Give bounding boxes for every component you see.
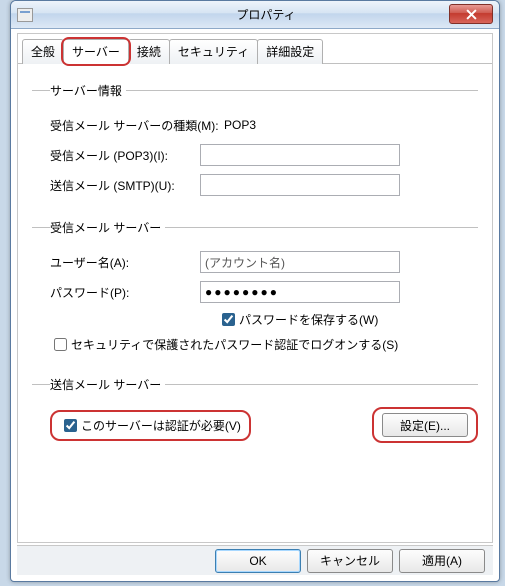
tab-advanced[interactable]: 詳細設定 [257,39,323,64]
app-icon [17,8,33,22]
incoming-server-input[interactable] [200,144,400,166]
remember-password-checkbox[interactable] [222,313,235,326]
highlight-annotation-auth: このサーバーは認証が必要(V) [50,410,251,441]
tab-security[interactable]: セキュリティ [169,39,258,64]
dialog-window: プロパティ 全般 サーバー 接続 セキュリティ 詳細設定 サーバー情報 受信メー… [10,0,500,582]
tab-connection[interactable]: 接続 [128,39,170,64]
dialog-footer: OK キャンセル 適用(A) [17,545,493,575]
group-server-info: サーバー情報 受信メール サーバーの種類(M): POP3 受信メール (POP… [32,82,478,203]
incoming-server-label: 受信メール (POP3)(I): [50,147,200,164]
close-icon [466,9,477,20]
window-title: プロパティ [33,6,499,23]
client-area: 全般 サーバー 接続 セキュリティ 詳細設定 サーバー情報 受信メール サーバー… [17,33,493,543]
group-server-info-legend: サーバー情報 [50,82,126,99]
spa-label: セキュリティで保護されたパスワード認証でログオンする(S) [71,336,398,353]
incoming-type-value: POP3 [224,118,284,132]
ok-button[interactable]: OK [215,549,301,573]
apply-button[interactable]: 適用(A) [399,549,485,573]
cancel-button[interactable]: キャンセル [307,549,393,573]
username-label: ユーザー名(A): [50,254,200,271]
remember-password-label: パスワードを保存する(W) [239,311,378,328]
tabstrip: 全般 サーバー 接続 セキュリティ 詳細設定 [18,34,492,64]
tab-general[interactable]: 全般 [22,39,64,64]
tab-server[interactable]: サーバー [63,39,129,64]
highlight-annotation-settings: 設定(E)... [372,407,478,443]
smtp-settings-button[interactable]: 設定(E)... [382,413,468,437]
username-input[interactable] [200,251,400,273]
password-label: パスワード(P): [50,284,200,301]
smtp-auth-label: このサーバーは認証が必要(V) [81,417,241,434]
group-incoming-legend: 受信メール サーバー [50,219,165,236]
titlebar: プロパティ [11,1,499,29]
group-outgoing: 送信メール サーバー このサーバーは認証が必要(V) 設定(E)... [32,376,478,449]
tab-pane-server: サーバー情報 受信メール サーバーの種類(M): POP3 受信メール (POP… [18,64,492,449]
outgoing-server-input[interactable] [200,174,400,196]
group-outgoing-legend: 送信メール サーバー [50,376,165,393]
smtp-auth-checkbox[interactable] [64,419,77,432]
incoming-type-label: 受信メール サーバーの種類(M): [50,117,224,134]
spa-checkbox[interactable] [54,338,67,351]
close-button[interactable] [449,4,493,24]
password-input[interactable] [200,281,400,303]
group-incoming: 受信メール サーバー ユーザー名(A): パスワード(P): パスワードを保存す… [32,219,478,360]
outgoing-server-label: 送信メール (SMTP)(U): [50,177,200,194]
